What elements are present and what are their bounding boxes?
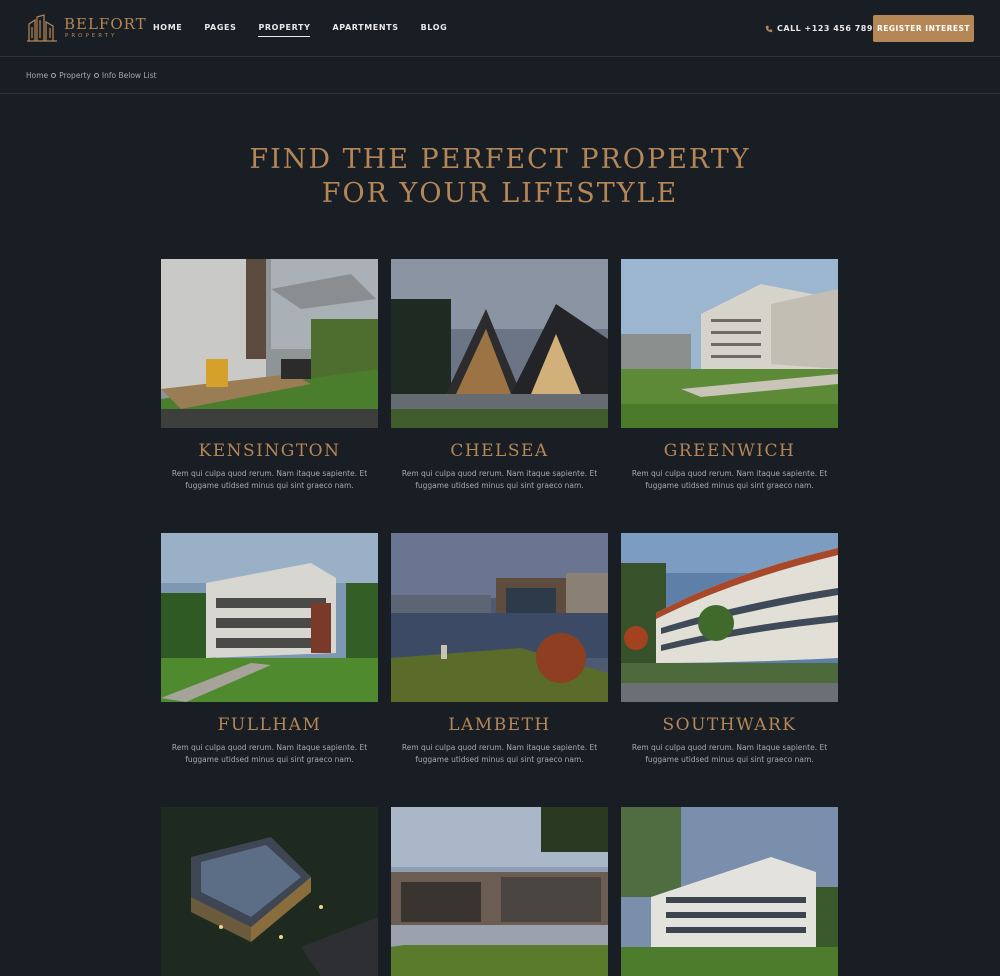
breadcrumb-property[interactable]: Property [59, 71, 91, 80]
phone-icon [765, 25, 773, 32]
property-photo-terrace[interactable] [161, 259, 378, 428]
property-description-line: fuggame utidsed minus qui sint graeco na… [185, 481, 354, 490]
nav-property[interactable]: PROPERTY [258, 23, 311, 37]
property-name[interactable]: SOUTHWARK [621, 715, 838, 735]
property-card-pavilion[interactable] [391, 807, 608, 976]
property-description: Rem qui culpa quod rerum. Nam itaque sap… [391, 468, 608, 492]
property-photo-night-aerial[interactable] [161, 807, 378, 976]
property-photo-riverside[interactable] [391, 533, 608, 702]
breadcrumb-bar: Home Property Info Below List [0, 58, 1000, 94]
property-card-fullham[interactable]: FULLHAM Rem qui culpa quod rerum. Nam it… [161, 533, 378, 766]
register-interest-button[interactable]: REGISTER INTEREST [873, 15, 974, 42]
property-description-line: Rem qui culpa quod rerum. Nam itaque sap… [401, 469, 598, 478]
property-description: Rem qui culpa quod rerum. Nam itaque sap… [161, 468, 378, 492]
property-card-kensington[interactable]: KENSINGTON Rem qui culpa quod rerum. Nam… [161, 259, 378, 492]
nav-apartments[interactable]: APARTMENTS [332, 23, 398, 37]
property-description-line: Rem qui culpa quod rerum. Nam itaque sap… [171, 743, 368, 752]
property-description-line: fuggame utidsed minus qui sint graeco na… [645, 481, 814, 490]
nav-blog[interactable]: BLOG [421, 23, 448, 37]
property-photo-apartment-block[interactable] [621, 259, 838, 428]
property-card-lambeth[interactable]: LAMBETH Rem qui culpa quod rerum. Nam it… [391, 533, 608, 766]
property-name[interactable]: FULLHAM [161, 715, 378, 735]
property-description-line: Rem qui culpa quod rerum. Nam itaque sap… [631, 743, 828, 752]
property-name[interactable]: KENSINGTON [161, 441, 378, 461]
property-description-line: fuggame utidsed minus qui sint graeco na… [415, 755, 584, 764]
property-description: Rem qui culpa quod rerum. Nam itaque sap… [391, 742, 608, 766]
breadcrumb-home[interactable]: Home [26, 71, 48, 80]
breadcrumb-separator-icon [51, 73, 57, 78]
call-link[interactable]: CALL +123 456 789 [765, 24, 873, 33]
property-card-chelsea[interactable]: CHELSEA Rem qui culpa quod rerum. Nam it… [391, 259, 608, 492]
property-card-greenwich[interactable]: GREENWICH Rem qui culpa quod rerum. Nam … [621, 259, 838, 492]
property-photo-residence[interactable] [621, 807, 838, 976]
building-logo-icon [27, 14, 57, 42]
page-title: FIND THE PERFECT PROPERTY FOR YOUR LIFES… [0, 143, 1000, 211]
property-photo-pavilion[interactable] [391, 807, 608, 976]
property-name[interactable]: CHELSEA [391, 441, 608, 461]
property-photo-barn-houses[interactable] [391, 259, 608, 428]
page-title-line-2: FOR YOUR LIFESTYLE [321, 178, 679, 209]
property-description-line: fuggame utidsed minus qui sint graeco na… [645, 755, 814, 764]
breadcrumb-separator-icon [93, 73, 99, 78]
property-name[interactable]: GREENWICH [621, 441, 838, 461]
property-card-night-complex[interactable] [161, 807, 378, 976]
main-nav: HOME PAGES PROPERTY APARTMENTS BLOG [153, 23, 469, 37]
property-description: Rem qui culpa quod rerum. Nam itaque sap… [621, 742, 838, 766]
property-photo-curved-building[interactable] [621, 533, 838, 702]
call-text: CALL +123 456 789 [777, 24, 873, 33]
property-description-line: fuggame utidsed minus qui sint graeco na… [415, 481, 584, 490]
property-description-line: Rem qui culpa quod rerum. Nam itaque sap… [631, 469, 828, 478]
nav-home[interactable]: HOME [153, 23, 182, 37]
property-card-southwark[interactable]: SOUTHWARK Rem qui culpa quod rerum. Nam … [621, 533, 838, 766]
site-header: BELFORT PROPERTY HOME PAGES PROPERTY APA… [0, 0, 1000, 57]
property-description-line: fuggame utidsed minus qui sint graeco na… [185, 755, 354, 764]
brand-subtitle: PROPERTY [65, 32, 118, 39]
nav-pages[interactable]: PAGES [204, 23, 236, 37]
page-title-line-1: FIND THE PERFECT PROPERTY [249, 144, 751, 175]
property-description-line: Rem qui culpa quod rerum. Nam itaque sap… [171, 469, 368, 478]
breadcrumb-current: Info Below List [101, 71, 157, 80]
property-description: Rem qui culpa quod rerum. Nam itaque sap… [621, 468, 838, 492]
property-name[interactable]: LAMBETH [391, 715, 608, 735]
brand-logo[interactable]: BELFORT PROPERTY [26, 14, 147, 42]
property-photo-modern-villa[interactable] [161, 533, 378, 702]
property-description: Rem qui culpa quod rerum. Nam itaque sap… [161, 742, 378, 766]
breadcrumb: Home Property Info Below List [26, 71, 157, 80]
brand-name: BELFORT [64, 14, 147, 33]
property-card-residence[interactable] [621, 807, 838, 976]
property-description-line: Rem qui culpa quod rerum. Nam itaque sap… [401, 743, 598, 752]
